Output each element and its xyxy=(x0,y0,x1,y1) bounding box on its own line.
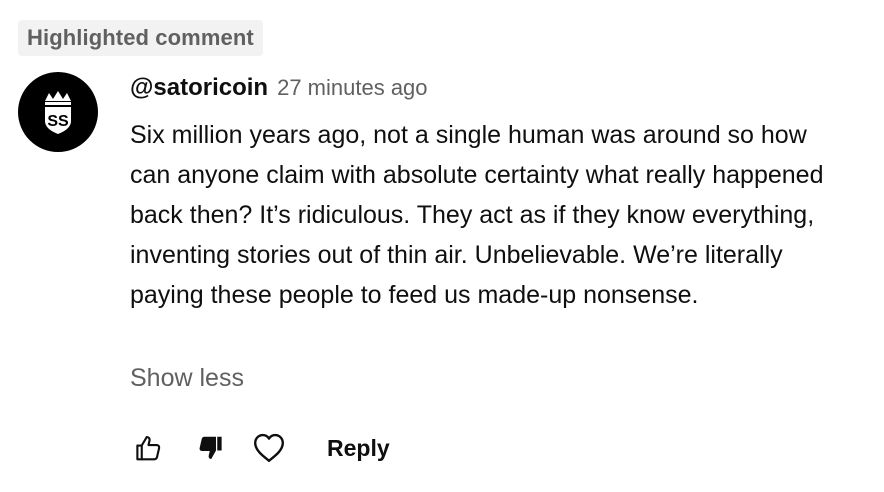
comment-actions: Reply xyxy=(130,428,390,468)
reply-button[interactable]: Reply xyxy=(327,435,390,462)
highlighted-comment-label: Highlighted comment xyxy=(27,25,254,50)
show-less-button[interactable]: Show less xyxy=(130,364,244,393)
thumbs-up-icon xyxy=(136,435,161,461)
comment-header: @satoricoin 27 minutes ago xyxy=(130,74,860,110)
heart-button[interactable] xyxy=(251,428,287,468)
heart-icon xyxy=(254,433,284,462)
crowned-ss-logo-icon: SS xyxy=(45,91,71,134)
comment-text: Six million years ago, not a single huma… xyxy=(130,121,824,309)
highlighted-comment-badge: Highlighted comment xyxy=(18,20,263,56)
comment-author[interactable]: @satoricoin xyxy=(130,74,268,102)
like-button[interactable] xyxy=(130,428,166,468)
avatar[interactable]: SS xyxy=(18,72,98,152)
thumbs-down-filled-icon xyxy=(199,436,222,459)
comment: @satoricoin 27 minutes ago Six million y… xyxy=(130,74,860,315)
dislike-button[interactable] xyxy=(193,428,229,468)
svg-text:SS: SS xyxy=(47,113,69,130)
comment-timestamp[interactable]: 27 minutes ago xyxy=(277,75,427,101)
